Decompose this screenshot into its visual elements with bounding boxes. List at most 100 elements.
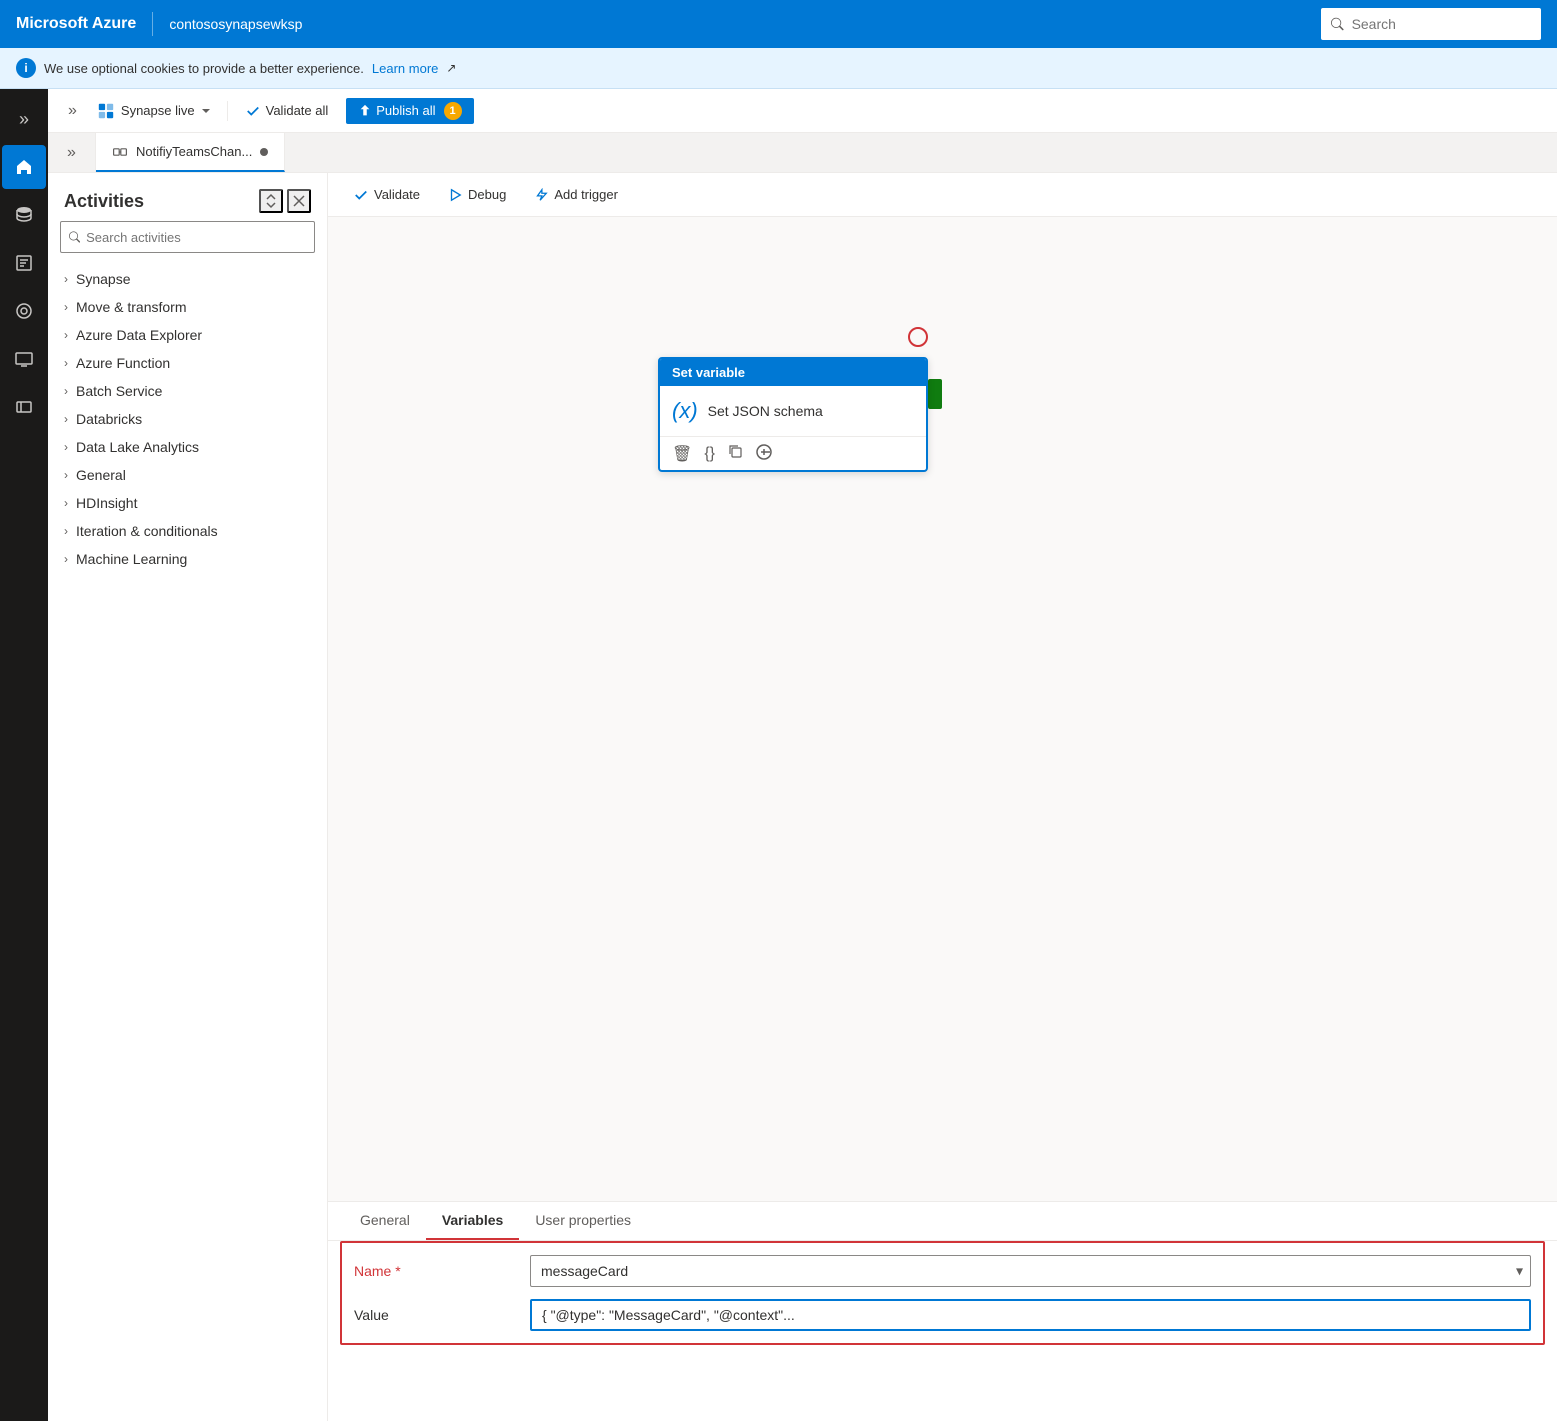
chevron-right-icon: › bbox=[64, 440, 68, 454]
chevron-right-icon: › bbox=[64, 384, 68, 398]
add-trigger-label: Add trigger bbox=[554, 187, 618, 202]
activity-group-item[interactable]: ›Machine Learning bbox=[48, 545, 327, 573]
value-label: Value bbox=[354, 1307, 514, 1323]
activity-groups: ›Synapse›Move & transform›Azure Data Exp… bbox=[48, 265, 327, 573]
chevron-right-icon: › bbox=[64, 272, 68, 286]
sidebar-icons: » bbox=[0, 89, 48, 1421]
activities-panel: Activities bbox=[48, 173, 328, 1421]
collapse-icon bbox=[263, 193, 279, 209]
set-variable-card[interactable]: Set variable (x) Set JSON schema 🗑 {} bbox=[658, 357, 928, 472]
activity-group-label: Azure Function bbox=[76, 355, 170, 371]
synapse-live-btn[interactable]: Synapse live bbox=[89, 98, 219, 124]
cookie-text: We use optional cookies to provide a bet… bbox=[44, 61, 364, 76]
search-box[interactable] bbox=[1321, 8, 1541, 40]
card-header: Set variable bbox=[660, 359, 926, 386]
search-input[interactable] bbox=[1352, 16, 1531, 32]
properties-tabs: GeneralVariablesUser properties bbox=[328, 1202, 1557, 1241]
required-asterisk: * bbox=[395, 1263, 400, 1279]
publish-icon bbox=[358, 104, 372, 118]
debug-label: Debug bbox=[468, 187, 506, 202]
canvas-main[interactable]: Set variable (x) Set JSON schema 🗑 {} bbox=[328, 217, 1557, 1201]
chevron-right-icon: › bbox=[64, 524, 68, 538]
info-icon: i bbox=[16, 58, 36, 78]
collapse-all-btn[interactable] bbox=[259, 189, 283, 213]
activity-group-item[interactable]: ›Azure Function bbox=[48, 349, 327, 377]
expand-sidebar-btn[interactable]: » bbox=[64, 100, 81, 122]
prop-tab-general[interactable]: General bbox=[344, 1202, 426, 1240]
sidebar-item-home[interactable] bbox=[2, 145, 46, 189]
activities-search-box[interactable] bbox=[60, 221, 315, 253]
synapse-live-label: Synapse live bbox=[121, 103, 195, 118]
activity-group-item[interactable]: ›Batch Service bbox=[48, 377, 327, 405]
learn-more-link[interactable]: Learn more bbox=[372, 61, 438, 76]
sub-toolbar: Validate Debug Add trigger bbox=[328, 173, 1557, 217]
collapse-sidebar-btn[interactable]: » bbox=[2, 97, 46, 141]
value-field: Value bbox=[354, 1299, 1531, 1331]
activity-group-label: Machine Learning bbox=[76, 551, 187, 567]
external-link-icon: ↗ bbox=[446, 61, 456, 75]
prop-tab-user-properties[interactable]: User properties bbox=[519, 1202, 647, 1240]
chevron-down-icon bbox=[201, 106, 211, 116]
workspace-name: contososynapsewksp bbox=[169, 16, 302, 32]
delete-activity-btn[interactable]: 🗑 bbox=[672, 444, 692, 464]
activity-group-item[interactable]: ›Azure Data Explorer bbox=[48, 321, 327, 349]
add-trigger-btn[interactable]: Add trigger bbox=[524, 183, 628, 206]
activity-group-label: Databricks bbox=[76, 411, 142, 427]
main-layout: » » bbox=[0, 89, 1557, 1421]
expand-panel-btn[interactable]: » bbox=[48, 133, 96, 172]
edit-code-btn[interactable]: {} bbox=[704, 445, 715, 463]
activity-group-item[interactable]: › Move & transform bbox=[48, 293, 327, 321]
validate-all-btn[interactable]: Validate all bbox=[236, 99, 339, 122]
separator bbox=[227, 101, 228, 121]
validate-all-label: Validate all bbox=[266, 103, 329, 118]
chevron-right-icon: › bbox=[64, 412, 68, 426]
copy-activity-btn[interactable] bbox=[727, 443, 743, 464]
chevron-right-icon: › bbox=[64, 300, 68, 314]
activity-group-label: Move & transform bbox=[76, 299, 186, 315]
cookie-banner: i We use optional cookies to provide a b… bbox=[0, 48, 1557, 89]
brand-name: Microsoft Azure bbox=[16, 15, 136, 33]
validate-label: Validate bbox=[374, 187, 420, 202]
trigger-icon bbox=[534, 188, 548, 202]
sidebar-item-develop[interactable] bbox=[2, 241, 46, 285]
sidebar-item-integrate[interactable] bbox=[2, 289, 46, 333]
sidebar-item-data[interactable] bbox=[2, 193, 46, 237]
search-icon bbox=[1331, 17, 1344, 31]
activity-group-item[interactable]: › Iteration & conditionals bbox=[48, 517, 327, 545]
body-split: Activities bbox=[48, 173, 1557, 1421]
pipeline-tab[interactable]: NotifiyTeamsChan... bbox=[96, 133, 285, 172]
activity-group-label: Iteration & conditionals bbox=[76, 523, 218, 539]
tab-label: NotifiyTeamsChan... bbox=[136, 144, 252, 159]
add-activity-btn[interactable] bbox=[755, 443, 773, 464]
name-select[interactable]: messageCard bbox=[530, 1255, 1531, 1287]
variables-form: Name * messageCard ▾ Value bbox=[340, 1241, 1545, 1345]
canvas-area: Validate Debug Add trigger bbox=[328, 173, 1557, 1421]
activity-group-item[interactable]: ›General bbox=[48, 461, 327, 489]
value-input-wrapper bbox=[530, 1299, 1531, 1331]
publish-badge: 1 bbox=[444, 102, 462, 120]
debug-btn[interactable]: Debug bbox=[438, 183, 516, 206]
close-panel-btn[interactable] bbox=[287, 189, 311, 213]
publish-all-label: Publish all bbox=[376, 103, 435, 118]
validate-btn[interactable]: Validate bbox=[344, 183, 430, 206]
tab-bar: » NotifiyTeamsChan... bbox=[48, 133, 1557, 173]
activity-group-item[interactable]: › Data Lake Analytics bbox=[48, 433, 327, 461]
value-input[interactable] bbox=[530, 1299, 1531, 1331]
card-body: (x) Set JSON schema bbox=[660, 386, 926, 436]
content-area: » Synapse live Validate all bbox=[48, 89, 1557, 1421]
name-label: Name * bbox=[354, 1263, 514, 1279]
publish-all-btn[interactable]: Publish all 1 bbox=[346, 98, 473, 124]
success-connector bbox=[928, 379, 942, 409]
activity-group-item[interactable]: › Databricks bbox=[48, 405, 327, 433]
activity-group-label: HDInsight bbox=[76, 495, 137, 511]
activity-group-label: Data Lake Analytics bbox=[76, 439, 199, 455]
properties-panel: GeneralVariablesUser properties Name * m… bbox=[328, 1201, 1557, 1421]
sidebar-item-manage[interactable] bbox=[2, 385, 46, 429]
activity-group-item[interactable]: ›Synapse bbox=[48, 265, 327, 293]
sidebar-item-monitor[interactable] bbox=[2, 337, 46, 381]
debug-icon bbox=[448, 188, 462, 202]
activity-group-item[interactable]: ›HDInsight bbox=[48, 489, 327, 517]
prop-tab-variables[interactable]: Variables bbox=[426, 1202, 520, 1240]
search-activities-input[interactable] bbox=[86, 230, 306, 245]
main-toolbar: » Synapse live Validate all bbox=[48, 89, 1557, 133]
